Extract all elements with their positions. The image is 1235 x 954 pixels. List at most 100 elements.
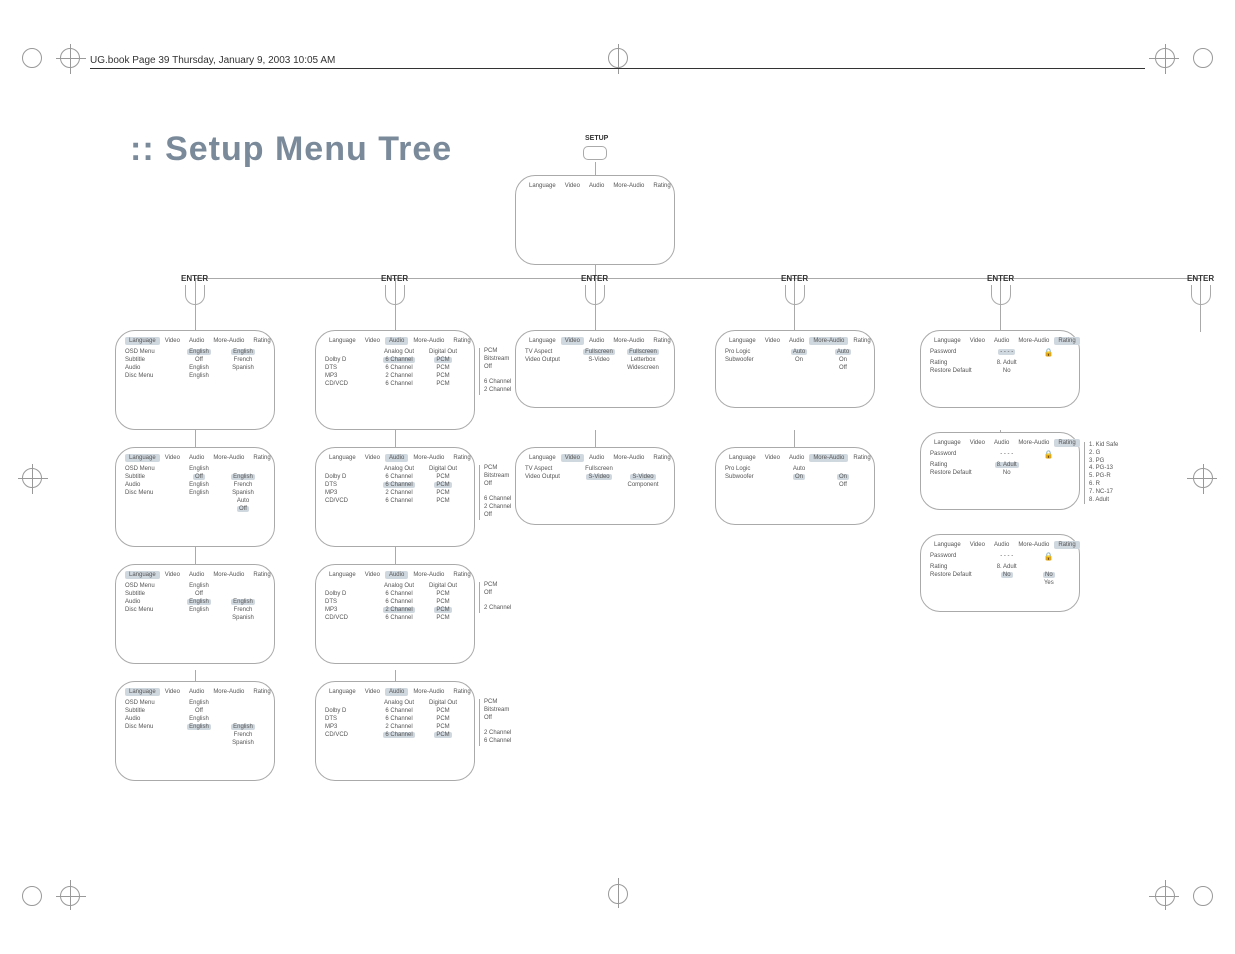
row-label: Subwoofer (725, 356, 777, 364)
enter-label: ENTER (381, 274, 408, 283)
menu-row: CD/VCD 6 Channel PCM (325, 731, 465, 739)
tab: Language (930, 439, 965, 447)
tabs: Language Video Audio More-Audio Rating (525, 182, 665, 190)
row-value: On (777, 473, 821, 481)
row-option (1028, 563, 1070, 571)
row-label: MP3 (325, 606, 377, 614)
row-option (821, 465, 865, 473)
menu-row: Restore Default No (930, 367, 1070, 375)
option: PCM (484, 582, 511, 590)
menu-row: Subwoofer On On (725, 356, 865, 364)
row-value: PCM (421, 356, 465, 364)
rating-screen: LanguageVideoAudioMore-AudioRating Passw… (920, 534, 1080, 612)
tab: Rating (249, 688, 274, 696)
row-label: Rating (930, 563, 986, 571)
row-option (221, 707, 265, 715)
row-label: Restore Default (930, 367, 986, 375)
tab: Rating (649, 454, 674, 462)
menu-row: Widescreen (525, 364, 665, 372)
menu-row: Audio English (125, 715, 265, 723)
tab: More-Audio (209, 688, 248, 696)
tab: Language (725, 337, 760, 345)
tab: Video (966, 439, 989, 447)
tabs: LanguageVideoAudioMore-AudioRating (525, 454, 665, 462)
menu-row: MP3 2 Channel PCM (325, 606, 465, 614)
row-value: 6 Channel (377, 707, 421, 715)
menu-row: Spanish (125, 739, 265, 747)
tab: More-Audio (409, 454, 448, 462)
menu-row: Disc Menu English (125, 372, 265, 380)
row-value: PCM (421, 380, 465, 388)
menu-row: DTS 6 Channel PCM (325, 364, 465, 372)
row-label: Disc Menu (125, 723, 177, 731)
crop-mark (22, 468, 42, 488)
menu-row: Pro Logic Auto (725, 465, 865, 473)
row-value: 8. Adult (986, 461, 1028, 469)
menu-row: Rating 8. Adult (930, 461, 1070, 469)
tabs: LanguageVideoAudioMore-AudioRating (325, 571, 465, 579)
options-list: 1. Kid Safe2. G3. PG4. PG-135. PG-R6. R7… (1084, 442, 1118, 504)
row-value: English (177, 465, 221, 473)
menu-row: Disc Menu English English (125, 723, 265, 731)
row-value: PCM (421, 715, 465, 723)
menu-row: Subwoofer On On (725, 473, 865, 481)
row-option: French (221, 606, 265, 614)
option: 6 Channel (484, 379, 511, 387)
col-header: Analog Out (377, 699, 421, 707)
row-label: MP3 (325, 723, 377, 731)
row-value: English (177, 723, 221, 731)
row-value: 6 Channel (377, 356, 421, 364)
tabs: LanguageVideoAudioMore-AudioRating (725, 454, 865, 462)
menu-row: Video Output S-Video S-Video (525, 473, 665, 481)
tab: Video (761, 337, 784, 345)
row-label: CD/VCD (325, 614, 377, 622)
tab: Video (361, 454, 384, 462)
tab: Video (361, 571, 384, 579)
tabs: LanguageVideoAudioMore-AudioRating (125, 454, 265, 462)
tab: Language (525, 182, 560, 190)
row-value: English (177, 481, 221, 489)
option (484, 488, 511, 496)
row-value: PCM (421, 606, 465, 614)
lock-icon: 🔒 (1044, 348, 1054, 357)
row-option: 🔒 (1028, 552, 1070, 563)
tab: Rating (849, 337, 874, 345)
row-option (221, 699, 265, 707)
header-row: Analog OutDigital Out (325, 465, 465, 473)
row-label: Disc Menu (125, 489, 177, 497)
row-value: On (777, 356, 821, 364)
row-label: Password (930, 450, 986, 461)
header-row: Analog OutDigital Out (325, 348, 465, 356)
row-option (1028, 461, 1070, 469)
language-screen: LanguageVideoAudioMore-AudioRating OSD M… (115, 564, 275, 664)
row-value: 6 Channel (377, 614, 421, 622)
row-option: S-Video (621, 473, 665, 481)
row-value: 6 Channel (377, 380, 421, 388)
row-value: 6 Channel (377, 364, 421, 372)
row-label: DTS (325, 598, 377, 606)
tab: Language (325, 337, 360, 345)
tab: Audio (990, 439, 1013, 447)
row-value: English (177, 715, 221, 723)
tab: Rating (449, 571, 474, 579)
enter-knob (1191, 285, 1211, 305)
row-value: S-Video (577, 356, 621, 364)
options-list: PCMBitstreamOff 6 Channel2 ChannelOff (479, 465, 511, 520)
row-option: Off (821, 364, 865, 372)
tab: More-Audio (809, 337, 848, 345)
enter-knob (991, 285, 1011, 305)
menu-row: CD/VCD 6 Channel PCM (325, 497, 465, 505)
tab: Rating (1054, 439, 1079, 447)
menu-row: Dolby D 6 Channel PCM (325, 590, 465, 598)
tab: Rating (849, 454, 874, 462)
tab: Rating (249, 337, 274, 345)
row-value: Fullscreen (577, 465, 621, 473)
menu-row: Restore Default No No (930, 571, 1070, 579)
row-option: Off (221, 505, 265, 513)
tab: More-Audio (609, 454, 648, 462)
tab: Language (125, 337, 160, 345)
row-option: Yes (1028, 579, 1070, 587)
enter-label: ENTER (581, 274, 608, 283)
tab: Audio (185, 337, 208, 345)
row-option: Component (621, 481, 665, 489)
